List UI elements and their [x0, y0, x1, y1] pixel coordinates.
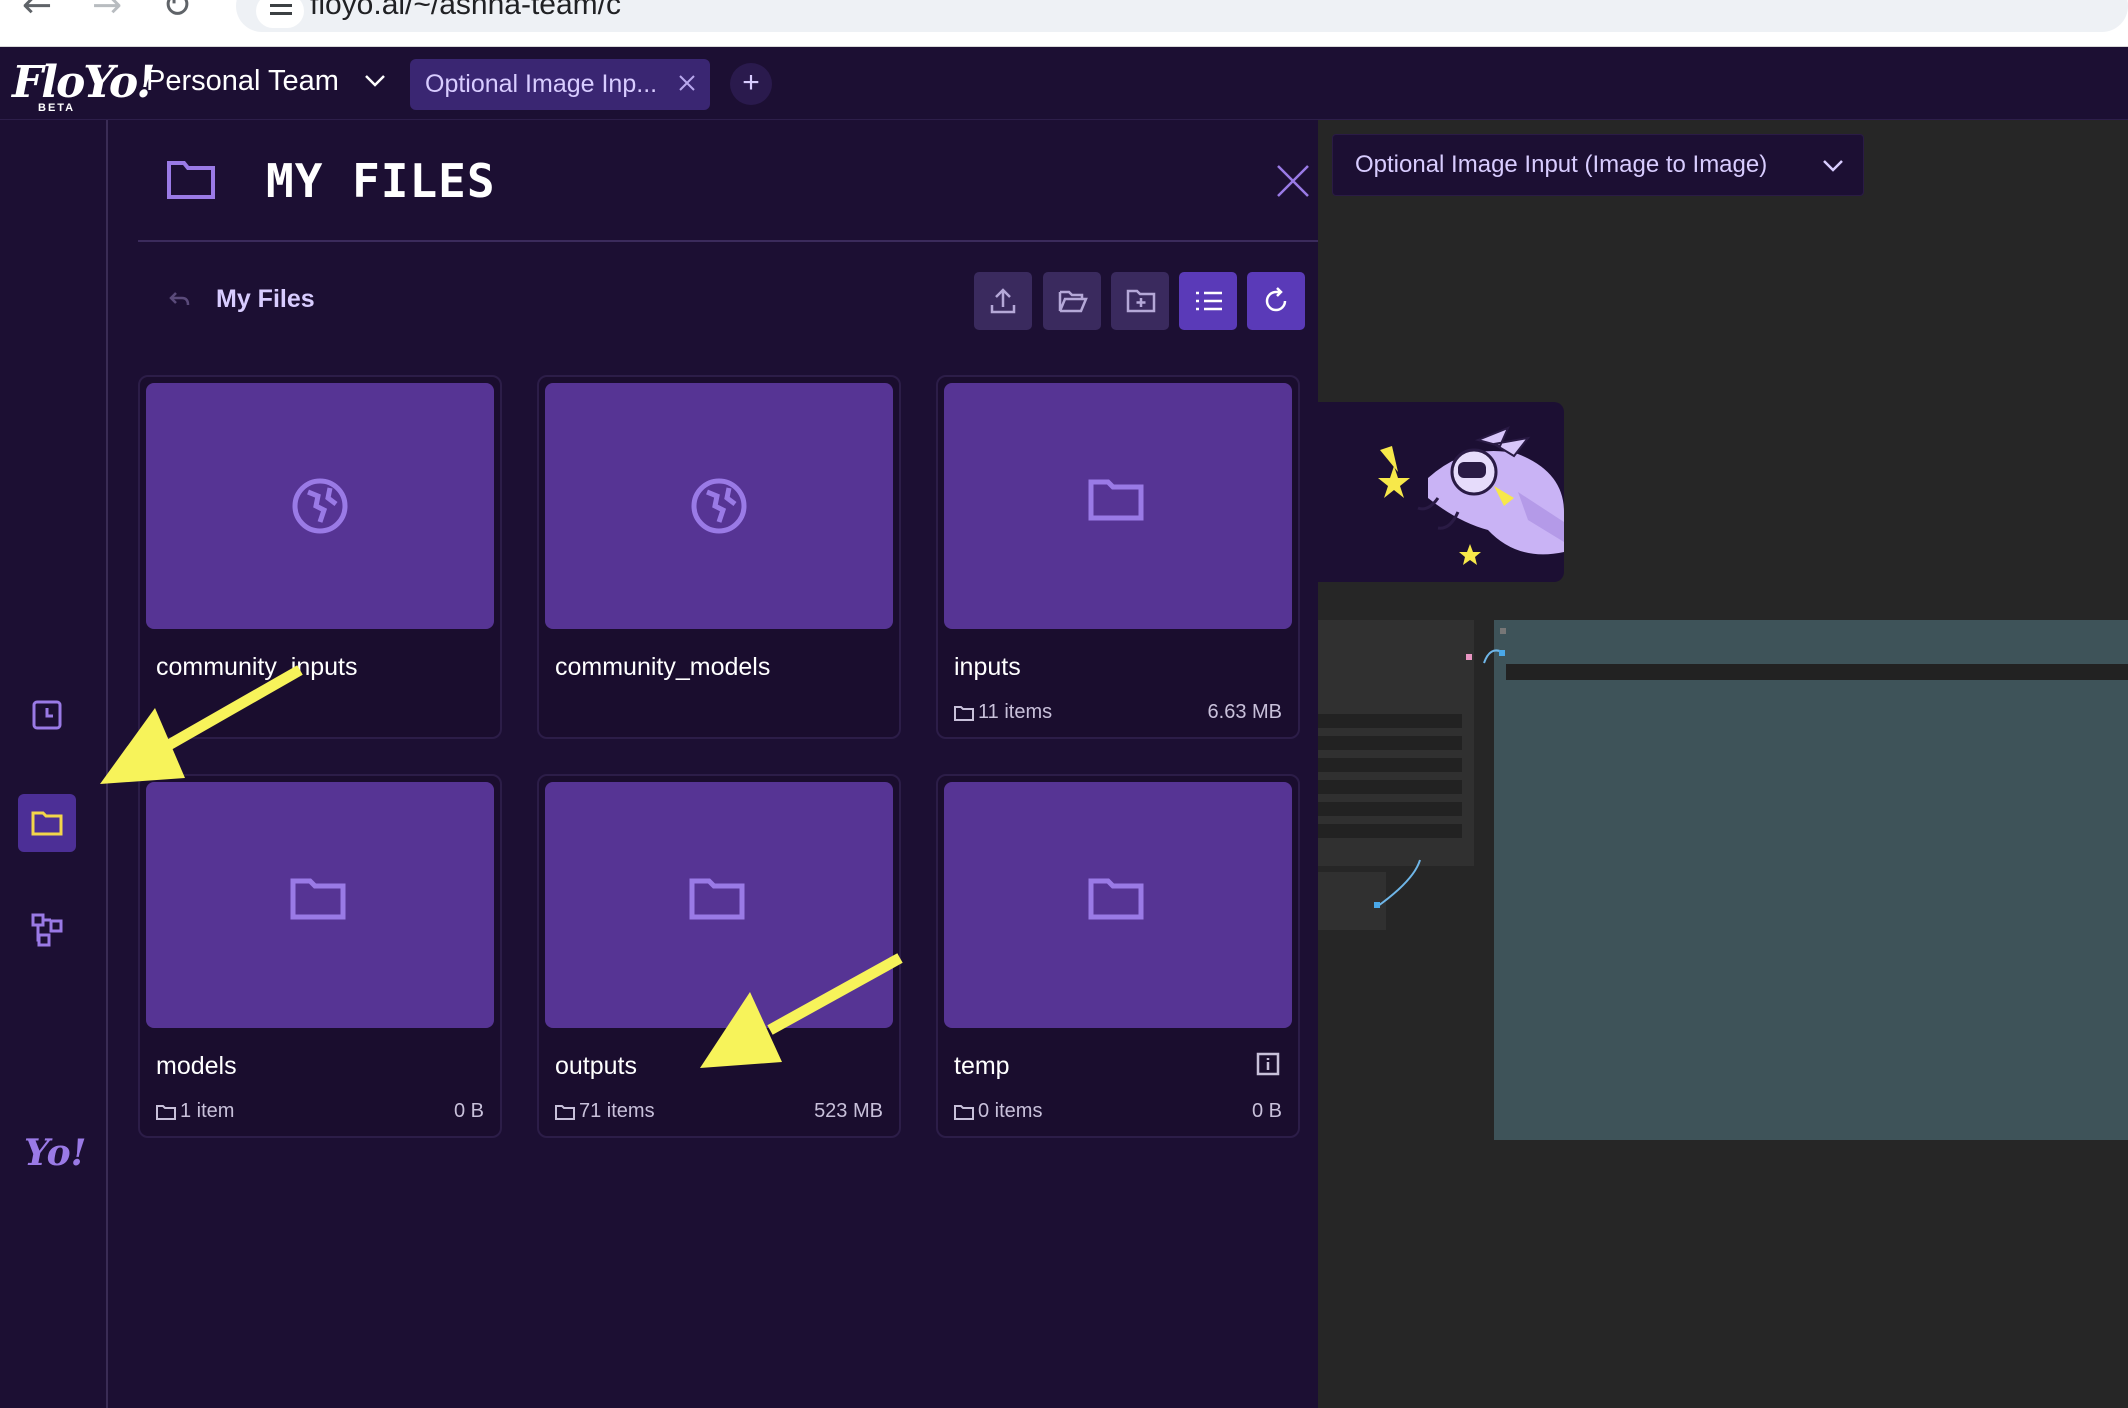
new-folder-icon	[1126, 289, 1156, 313]
globe-icon	[292, 478, 348, 534]
close-icon[interactable]	[1276, 164, 1310, 198]
list-view-icon	[1196, 291, 1222, 311]
folder-icon	[156, 1105, 176, 1120]
folder-name: outputs	[555, 1052, 638, 1080]
forward-icon[interactable]: →	[92, 0, 122, 26]
yo-brand-button[interactable]: Yo!	[24, 1132, 86, 1174]
folder-size: 0 B	[1251, 1100, 1282, 1122]
upload-icon	[990, 288, 1016, 314]
site-settings-icon[interactable]	[256, 0, 304, 28]
clock-icon	[32, 700, 62, 730]
folder-icon	[167, 161, 215, 199]
panel-header: MY FILES	[138, 120, 1318, 242]
breadcrumb[interactable]: My Files	[216, 285, 315, 314]
close-icon[interactable]	[676, 72, 698, 94]
folder-name: community_models	[555, 653, 771, 681]
item-count: 71 items	[579, 1100, 655, 1122]
url-text[interactable]: floyo.ai/~/ashna-team/c	[310, 0, 621, 22]
folder-card-inputs[interactable]: inputs 11 items 6.63 MB	[936, 375, 1300, 739]
flowchart-icon	[31, 913, 63, 947]
folder-thumbnail	[545, 383, 893, 629]
folder-name: temp	[954, 1052, 1010, 1080]
folder-size: 6.63 MB	[1207, 701, 1282, 723]
folder-name: community_inputs	[156, 653, 358, 681]
folder-icon	[555, 1105, 575, 1120]
new-folder-button[interactable]	[1111, 272, 1169, 330]
folder-size: 0 B	[453, 1100, 484, 1122]
tab-label: Optional Image Inp...	[425, 70, 658, 98]
refresh-button[interactable]	[1247, 272, 1305, 330]
refresh-icon	[1265, 287, 1287, 312]
node-connection-wires	[1374, 628, 1506, 908]
folder-card-temp[interactable]: temp 0 items 0 B	[936, 774, 1300, 1138]
folder-thumbnail	[545, 782, 893, 1028]
info-icon[interactable]	[1256, 1052, 1280, 1076]
folder-icon	[689, 878, 745, 920]
back-icon[interactable]: ←	[22, 0, 52, 26]
add-tab-button[interactable]: +	[730, 63, 772, 105]
page-title: MY FILES	[266, 154, 496, 208]
my-files-panel: MY FILES My Files community_inputs commu…	[110, 120, 1318, 1408]
folder-icon	[954, 1105, 974, 1120]
folder-thumbnail	[944, 383, 1292, 629]
workflows-button[interactable]	[18, 900, 76, 958]
folder-icon	[1088, 479, 1144, 521]
left-sidebar: Yo!	[0, 120, 108, 1408]
open-folder-icon	[1058, 290, 1088, 313]
folder-card-outputs[interactable]: outputs 71 items 523 MB	[537, 774, 901, 1138]
folder-icon	[954, 706, 974, 721]
folder-icon	[290, 878, 346, 920]
history-button[interactable]	[18, 686, 76, 744]
open-folder-button[interactable]	[1043, 272, 1101, 330]
logo-beta-badge: BETA	[38, 102, 76, 114]
workflow-canvas[interactable]: Optional Image Input (Image to Image)	[1318, 120, 2128, 1408]
upload-button[interactable]	[974, 272, 1032, 330]
my-files-button[interactable]	[18, 794, 76, 852]
folder-icon	[1088, 878, 1144, 920]
item-count: 0 items	[978, 1100, 1043, 1122]
browser-address-bar: ← → ↻ floyo.ai/~/ashna-team/c	[0, 0, 2128, 47]
folder-thumbnail	[146, 782, 494, 1028]
folder-size: 523 MB	[814, 1100, 883, 1122]
app-top-bar: FloYo! BETA Personal Team Optional Image…	[0, 47, 2128, 120]
item-count: 1 item	[180, 1100, 235, 1122]
reload-icon[interactable]: ↻	[162, 0, 192, 26]
tab-optional-image-input[interactable]: Optional Image Inp...	[410, 59, 710, 110]
folder-icon	[31, 811, 63, 836]
globe-icon	[691, 478, 747, 534]
folder-name: inputs	[954, 653, 1021, 681]
folder-thumbnail	[146, 383, 494, 629]
chevron-down-icon[interactable]	[362, 67, 388, 93]
folder-card-community-models[interactable]: community_models	[537, 375, 901, 739]
team-selector[interactable]: Personal Team	[146, 65, 339, 98]
item-count: 11 items	[978, 701, 1053, 723]
list-view-button[interactable]	[1179, 272, 1237, 330]
folder-thumbnail	[944, 782, 1292, 1028]
folder-card-models[interactable]: models 1 item 0 B	[138, 774, 502, 1138]
folder-name: models	[156, 1052, 237, 1080]
floyo-logo[interactable]: FloYo!	[12, 57, 156, 108]
folder-card-community-inputs[interactable]: community_inputs	[138, 375, 502, 739]
back-arrow-icon[interactable]	[168, 288, 192, 312]
